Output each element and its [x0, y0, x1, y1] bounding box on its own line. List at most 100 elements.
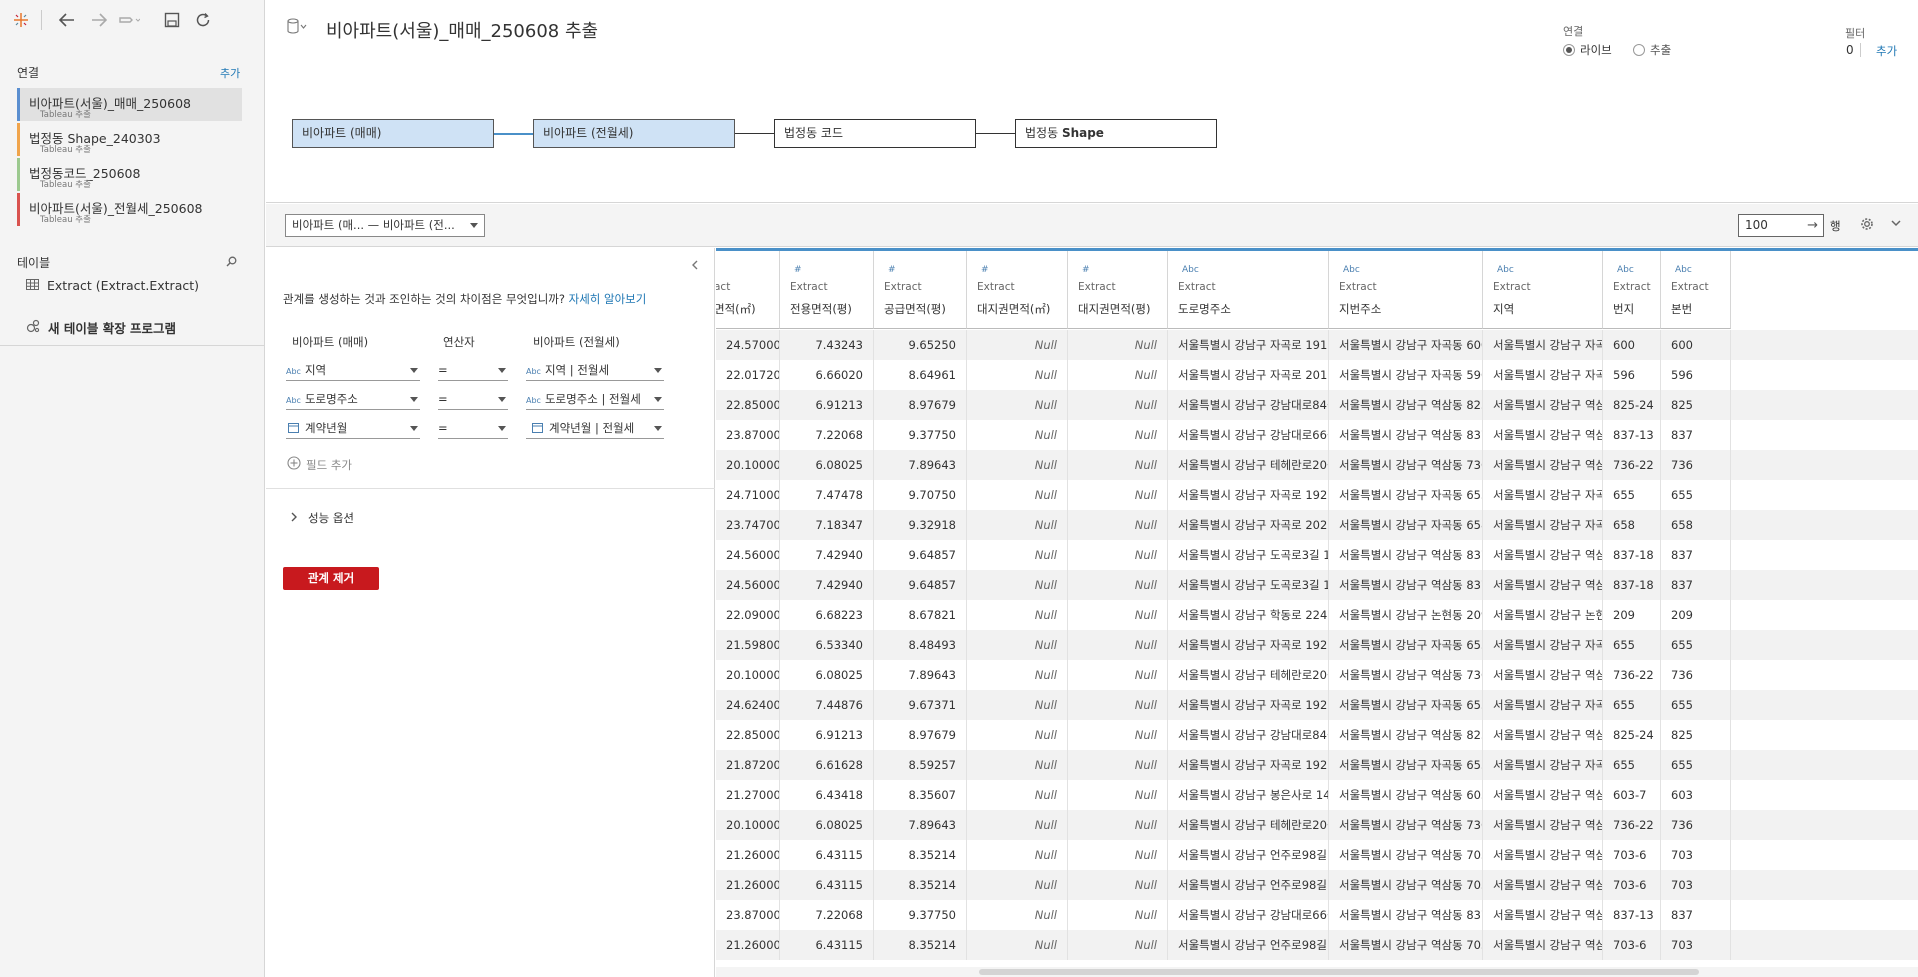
add-filter-link[interactable]: 추가	[1876, 43, 1897, 59]
refresh-icon[interactable]	[192, 9, 214, 31]
chevron-down-icon[interactable]	[1890, 217, 1902, 232]
table-cell: 7.42940	[780, 570, 874, 600]
table-row[interactable]: 21.26000 6.43115 8.35214 Null Null 서울특별시 강남구 …	[716, 840, 1918, 870]
table-cell: 658	[1661, 510, 1731, 540]
left-field-select[interactable]: 계약년월	[286, 417, 420, 439]
column-header[interactable]: # Extract 전용면적(평)	[780, 251, 874, 329]
column-header[interactable]: Abc Extract 번지	[1603, 251, 1661, 329]
right-field-select[interactable]: 계약년월 | 전월세	[526, 417, 664, 439]
save-icon[interactable]	[161, 9, 183, 31]
table-cell: 서울특별시 강남구 자곡동	[1483, 750, 1603, 780]
connection-color-bar	[17, 158, 20, 191]
chevron-down-icon	[654, 426, 662, 431]
live-radio[interactable]: 라이브	[1563, 42, 1612, 58]
table-node-rent[interactable]: 비아파트 (전월세)	[533, 119, 735, 148]
column-header[interactable]: # Extract 대지권면적(㎡)	[967, 251, 1068, 329]
string-type-icon: Abc	[286, 367, 301, 376]
gear-icon[interactable]	[1860, 217, 1874, 234]
add-connection-link[interactable]: 추가	[220, 65, 240, 81]
connection-item-rent[interactable]: 비아파트(서울)_전월세_250608 Tableau 추출	[17, 193, 242, 226]
connection-item-shape[interactable]: 법정동 Shape_240303 Tableau 추출	[17, 123, 242, 156]
redo-icon[interactable]	[118, 9, 140, 31]
operator-select[interactable]: =	[438, 388, 508, 410]
table-cell: Null	[1068, 780, 1168, 810]
table-row[interactable]: 22.09000 6.68223 8.67821 Null Null 서울특별시 강남구 …	[716, 600, 1918, 630]
search-icon[interactable]	[226, 256, 237, 270]
datasource-icon[interactable]	[286, 18, 308, 37]
column-header[interactable]: Abc Extract 도로명주소	[1168, 251, 1329, 329]
table-row[interactable]: 24.62400 7.44876 9.67371 Null Null 서울특별시 강남구 …	[716, 690, 1918, 720]
learn-more-link[interactable]: 자세히 알아보기	[569, 292, 647, 306]
table-row[interactable]: 23.74700 7.18347 9.32918 Null Null 서울특별시 강남구 …	[716, 510, 1918, 540]
left-field-select[interactable]: Abc 도로명주소	[286, 388, 420, 410]
column-header[interactable]: act 면적(㎡)	[716, 251, 780, 329]
table-row[interactable]: 24.56000 7.42940 9.64857 Null Null 서울특별시 강남구 …	[716, 540, 1918, 570]
extract-radio[interactable]: 추출	[1633, 42, 1671, 58]
performance-options-toggle[interactable]: 성능 옵션	[290, 510, 354, 526]
table-row[interactable]: 21.26000 6.43115 8.35214 Null Null 서울특별시 강남구 …	[716, 870, 1918, 900]
table-cell: 서울특별시 강남구 역삼동 837-13	[1329, 420, 1483, 450]
column-header[interactable]: Abc Extract 지역	[1483, 251, 1603, 329]
table-row[interactable]: 24.57000 7.43243 9.65250 Null Null 서울특별시 강남구 …	[716, 330, 1918, 360]
table-node-sale[interactable]: 비아파트 (매매)	[292, 119, 494, 148]
relation-select[interactable]: 비아파트 (매... — 비아파트 (전...	[285, 214, 485, 237]
connection-item-code[interactable]: 법정동코드_250608 Tableau 추출	[17, 158, 242, 191]
add-field-button[interactable]: 필드 추가	[287, 456, 352, 473]
table-row[interactable]: 24.56000 7.42940 9.64857 Null Null 서울특별시 강남구 …	[716, 570, 1918, 600]
operator-select[interactable]: =	[438, 417, 508, 439]
column-header[interactable]: Abc Extract 본번	[1661, 251, 1731, 329]
table-row[interactable]: 24.71000 7.47478 9.70750 Null Null 서울특별시 강남구 …	[716, 480, 1918, 510]
table-item-extract[interactable]: Extract (Extract.Extract)	[26, 278, 199, 293]
remove-relationship-button[interactable]: 관계 제거	[283, 567, 379, 590]
collapse-panel-icon[interactable]	[690, 259, 700, 274]
table-row[interactable]: 23.87000 7.22068 9.37750 Null Null 서울특별시 강남구 …	[716, 420, 1918, 450]
left-field-select[interactable]: Abc 지역	[286, 359, 420, 381]
table-row[interactable]: 21.26000 6.43115 8.35214 Null Null 서울특별시 강남구 …	[716, 930, 1918, 960]
table-cell: 837-18	[1603, 570, 1661, 600]
forward-icon[interactable]	[88, 9, 110, 31]
table-row[interactable]: 23.87000 7.22068 9.37750 Null Null 서울특별시 강남구 …	[716, 900, 1918, 930]
table-row[interactable]: 21.87200 6.61628 8.59257 Null Null 서울특별시 강남구 …	[716, 750, 1918, 780]
table-row[interactable]: 20.10000 6.08025 7.89643 Null Null 서울특별시 강남구 …	[716, 660, 1918, 690]
right-field-select[interactable]: Abc 지역 | 전월세	[526, 359, 664, 381]
connection-item-sale[interactable]: 비아파트(서울)_매매_250608 Tableau 추출	[17, 88, 242, 121]
horizontal-scrollbar[interactable]	[716, 967, 1918, 977]
table-row[interactable]: 22.85000 6.91213 8.97679 Null Null 서울특별시 강남구 …	[716, 390, 1918, 420]
table-cell: 서울특별시 강남구 자곡동	[1483, 360, 1603, 390]
table-row[interactable]: 22.01720 6.66020 8.64961 Null Null 서울특별시 강남구 …	[716, 360, 1918, 390]
arrow-right-icon[interactable]: →	[1807, 215, 1818, 236]
table-row[interactable]: 22.85000 6.91213 8.97679 Null Null 서울특별시 강남구 …	[716, 720, 1918, 750]
table-row[interactable]: 20.10000 6.08025 7.89643 Null Null 서울특별시 강남구 …	[716, 810, 1918, 840]
table-extension-item[interactable]: 새 테이블 확장 프로그램	[26, 318, 176, 337]
column-field-name: 본번	[1671, 302, 1693, 316]
rows-input[interactable]: 100 →	[1738, 214, 1824, 237]
scrollbar-thumb[interactable]	[979, 969, 1699, 975]
table-cell: 서울특별시 강남구 역삼동	[1483, 840, 1603, 870]
table-cell: 서울특별시 강남구 강남대로66길 14	[1168, 420, 1329, 450]
tableau-logo-icon[interactable]	[10, 9, 32, 31]
table-cell: 736-22	[1603, 450, 1661, 480]
column-field-name: 지번주소	[1339, 302, 1382, 316]
table-cell: Null	[967, 840, 1068, 870]
table-cell: 9.64857	[874, 570, 967, 600]
column-header[interactable]: Abc Extract 지번주소	[1329, 251, 1483, 329]
page-title[interactable]: 비아파트(서울)_매매_250608 추출	[326, 17, 598, 43]
table-cell: 서울특별시 강남구 자곡동	[1483, 480, 1603, 510]
table-cell: 837	[1661, 540, 1731, 570]
relationship-line[interactable]	[494, 133, 534, 135]
operator-select[interactable]: =	[438, 359, 508, 381]
table-cell: 837	[1661, 420, 1731, 450]
relationship-line[interactable]	[735, 133, 775, 134]
relationship-line[interactable]	[976, 133, 1016, 134]
table-row[interactable]: 20.10000 6.08025 7.89643 Null Null 서울특별시 강남구 …	[716, 450, 1918, 480]
column-header[interactable]: # Extract 공급면적(평)	[874, 251, 967, 329]
table-row[interactable]: 21.59800 6.53340 8.48493 Null Null 서울특별시 강남구 …	[716, 630, 1918, 660]
table-row[interactable]: 21.27000 6.43418 8.35607 Null Null 서울특별시 강남구 …	[716, 780, 1918, 810]
back-icon[interactable]	[56, 9, 78, 31]
table-node-shape[interactable]: 법정동 Shape	[1015, 119, 1217, 148]
column-header[interactable]: # Extract 대지권면적(평)	[1068, 251, 1168, 329]
table-cell: 8.35214	[874, 840, 967, 870]
right-field-select[interactable]: Abc 도로명주소 | 전월세	[526, 388, 664, 410]
table-node-code[interactable]: 법정동 코드	[774, 119, 976, 148]
table-cell: 658	[1603, 510, 1661, 540]
